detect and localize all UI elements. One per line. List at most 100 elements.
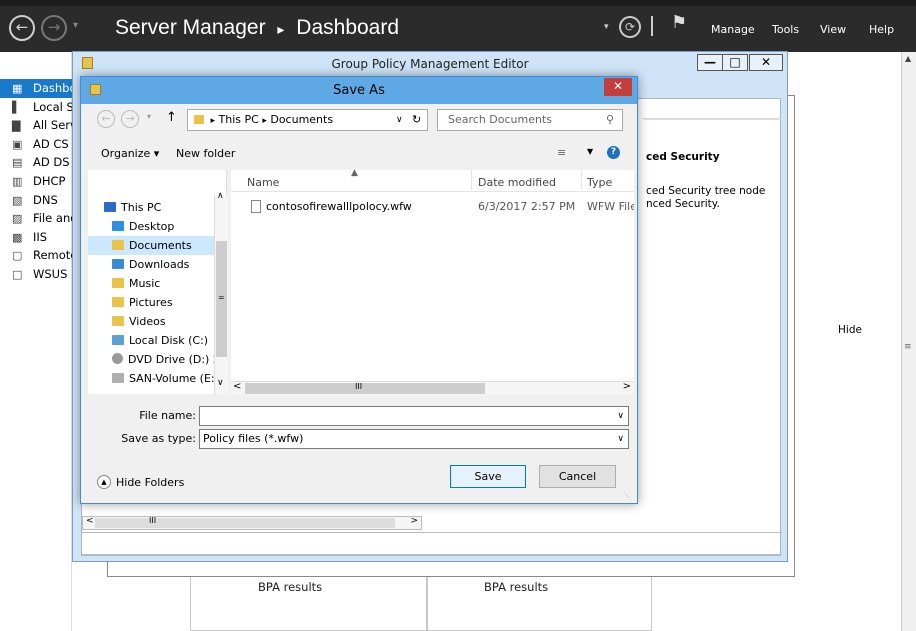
- sidebar-item-label: IIS: [33, 229, 48, 244]
- hide-folders-button[interactable]: Hide Folders: [116, 476, 184, 489]
- minimize-button[interactable]: —: [697, 54, 723, 71]
- gpme-heading: ced Security: [646, 151, 720, 163]
- help-icon[interactable]: ?: [607, 146, 620, 159]
- nav-pane-item[interactable]: Local Disk (C:): [88, 331, 227, 350]
- recent-dropdown-icon[interactable]: ▾: [147, 112, 151, 121]
- column-header-date[interactable]: Date modified: [478, 176, 556, 189]
- search-placeholder: Search Documents: [448, 113, 553, 126]
- view-options-icon[interactable]: ≡: [557, 146, 566, 159]
- up-icon[interactable]: ↑: [166, 110, 177, 125]
- sidebar-item[interactable]: ▤ AD DS: [0, 153, 72, 172]
- forward-icon[interactable]: →: [121, 110, 139, 128]
- notifications-flag-icon[interactable]: ⚑: [671, 12, 687, 33]
- sidebar-item-label: DHCP: [33, 174, 66, 188]
- sidebar-item[interactable]: ▦ Dashboard: [0, 79, 72, 98]
- san-volume-icon: [112, 373, 124, 383]
- nav-pane-item[interactable]: Downloads: [88, 255, 227, 274]
- new-folder-button[interactable]: New folder: [176, 147, 235, 160]
- sidebar-item[interactable]: ▣ AD CS: [0, 135, 72, 154]
- nav-pane-item[interactable]: Music: [88, 274, 227, 293]
- search-input[interactable]: Search Documents ⚲: [437, 109, 623, 131]
- scroll-thumb[interactable]: [95, 518, 395, 528]
- save-type-dropdown-icon[interactable]: ∨: [617, 430, 624, 448]
- maximize-button[interactable]: □: [722, 54, 748, 71]
- save-button[interactable]: Save: [450, 465, 526, 488]
- bpa-results-1[interactable]: BPA results: [258, 580, 322, 594]
- gpme-desc-line2: nced Security.: [646, 198, 720, 210]
- sidebar-item[interactable]: ▌ Local Server: [0, 98, 72, 117]
- file-row[interactable]: contosofirewalllpolocy.wfw 6/3/2017 2:57 …: [231, 198, 634, 216]
- forward-icon[interactable]: →: [41, 15, 67, 41]
- sort-up-icon: ▲: [351, 168, 358, 178]
- resize-grip-icon[interactable]: ⋱: [623, 491, 630, 499]
- page-title: Dashboard: [296, 16, 400, 39]
- sidebar-item-label: AD DS: [33, 155, 70, 170]
- sidebar-item[interactable]: ▩ IIS: [0, 228, 72, 247]
- nav-pane-item[interactable]: Desktop: [88, 217, 227, 236]
- nav-pane-item[interactable]: Documents: [88, 236, 227, 255]
- menu-tools[interactable]: Tools: [772, 23, 799, 36]
- column-header-name[interactable]: Name: [247, 176, 279, 189]
- menu-manage[interactable]: Manage: [711, 23, 755, 36]
- search-icon[interactable]: ⚲: [606, 110, 614, 130]
- menu-view[interactable]: View: [820, 23, 846, 36]
- scroll-grip-icon: =: [218, 293, 225, 302]
- folder-icon: [194, 115, 204, 124]
- address-dropdown-icon[interactable]: ∨: [396, 110, 403, 130]
- organize-button[interactable]: Organize ▾: [101, 147, 159, 160]
- adcs-icon: ▣: [12, 137, 23, 151]
- scroll-down-icon[interactable]: ∨: [217, 378, 224, 388]
- refresh-icon[interactable]: ⟳: [619, 16, 641, 38]
- save-type-select[interactable]: Policy files (*.wfw) ∨: [199, 429, 629, 449]
- sidebar-item[interactable]: □ WSUS: [0, 265, 72, 284]
- address-documents[interactable]: Documents: [270, 113, 333, 126]
- scroll-up-icon[interactable]: ▲: [905, 54, 911, 63]
- back-icon[interactable]: ←: [97, 110, 115, 128]
- scroll-up-icon[interactable]: ∧: [217, 191, 224, 201]
- dialog-close-button[interactable]: ✕: [604, 78, 632, 96]
- nav-pane-item[interactable]: Videos: [88, 312, 227, 331]
- dvd-drive-icon: [112, 353, 123, 364]
- sidebar-item-label: WSUS: [33, 267, 68, 281]
- nav-pane-item[interactable]: SAN-Volume (E:): [88, 369, 227, 388]
- documents-folder-icon: [112, 240, 124, 250]
- address-bar[interactable]: ▸ This PC ▸ Documents ∨ ↻: [187, 109, 428, 131]
- scroll-thumb[interactable]: [245, 383, 485, 394]
- refresh-dropdown-icon[interactable]: ▾: [604, 22, 609, 32]
- nav-pane-item[interactable]: This PC: [88, 198, 227, 217]
- close-button[interactable]: ✕: [749, 54, 783, 71]
- tree-horizontal-scrollbar[interactable]: < III >: [82, 516, 422, 530]
- nav-pane-item[interactable]: Pictures: [88, 293, 227, 312]
- back-icon[interactable]: ←: [9, 15, 35, 41]
- scroll-left-icon[interactable]: <: [86, 516, 94, 526]
- cancel-button[interactable]: Cancel: [539, 465, 616, 488]
- sidebar-item[interactable]: ▢ Remote Access: [0, 246, 72, 265]
- sidebar-item[interactable]: ▇ All Servers: [0, 116, 72, 135]
- sidebar-item[interactable]: ▥ DHCP: [0, 172, 72, 191]
- vertical-scrollbar[interactable]: ▲ ≡: [901, 52, 916, 631]
- refresh-icon[interactable]: ↻: [412, 110, 421, 130]
- scroll-right-icon[interactable]: >: [410, 516, 418, 526]
- scroll-right-icon[interactable]: >: [623, 381, 631, 392]
- nav-vertical-scrollbar[interactable]: ∧ = ∨: [214, 191, 228, 395]
- menu-help[interactable]: Help: [869, 23, 894, 36]
- file-name-input[interactable]: ∨: [199, 406, 629, 426]
- history-dropdown-icon[interactable]: ▾: [73, 20, 78, 31]
- bpa-results-2[interactable]: BPA results: [484, 580, 548, 594]
- scroll-left-icon[interactable]: <: [233, 381, 241, 392]
- address-this-pc[interactable]: This PC: [219, 113, 259, 126]
- hide-link[interactable]: Hide: [838, 324, 862, 336]
- sidebar-item-label: All Servers: [33, 118, 72, 133]
- file-name-dropdown-icon[interactable]: ∨: [617, 407, 624, 425]
- nav-pane-item[interactable]: DVD Drive (D:) 20: [88, 350, 227, 369]
- sidebar-item[interactable]: ▧ DNS: [0, 191, 72, 210]
- sidebar-item[interactable]: ▨ File and Storage Services: [0, 209, 72, 228]
- wsus-icon: □: [12, 268, 23, 281]
- hide-folders-icon[interactable]: ▲: [97, 475, 111, 489]
- file-horizontal-scrollbar[interactable]: < III >: [231, 381, 634, 395]
- save-fields-area: File name: ∨ Save as type: Policy files …: [81, 395, 637, 503]
- view-dropdown-icon[interactable]: ▼: [587, 147, 593, 156]
- sidebar-item-label: Dashboard: [33, 81, 72, 95]
- sidebar-item-label: Local Server: [33, 99, 72, 114]
- column-header-type[interactable]: Type: [587, 176, 612, 189]
